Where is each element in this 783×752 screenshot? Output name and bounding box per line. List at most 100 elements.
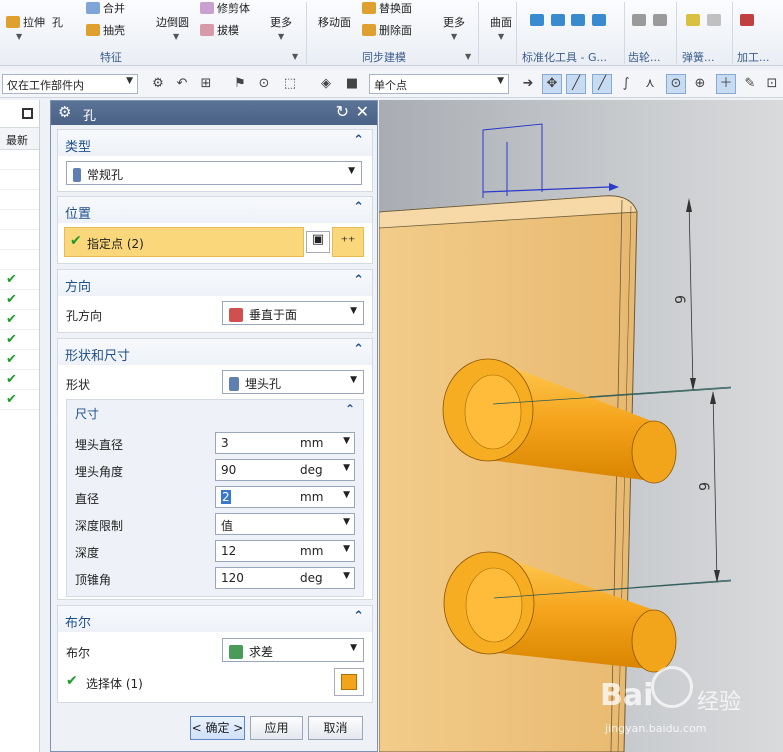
selection-filter-icon[interactable]: ⚙ [148, 74, 168, 94]
boolean-dropdown[interactable]: 求差 ▼ [222, 638, 364, 662]
navigator-row[interactable] [0, 250, 39, 270]
tip-angle-input[interactable]: 120 deg ▼ [215, 567, 355, 589]
navigator-row[interactable]: ✔ [0, 370, 39, 390]
delete-face-button[interactable]: 删除面 [362, 22, 412, 38]
std-tool-icons[interactable] [530, 14, 609, 27]
rectangle-select-icon[interactable]: ⬚ [280, 74, 300, 94]
snap-pencil-icon[interactable]: ✎ [740, 74, 760, 94]
maximize-icon[interactable] [22, 108, 33, 119]
close-icon[interactable]: ✕ [356, 102, 369, 121]
solid-view-icon[interactable]: ■ [342, 74, 362, 94]
chevron-down-icon: ▼ [350, 306, 357, 316]
snap-mode-icon[interactable]: ⊞ [196, 74, 216, 94]
hole-button[interactable]: 孔 [52, 14, 63, 30]
feature-group-expand-icon[interactable]: ▼ [292, 52, 298, 61]
arrow-icon[interactable]: ➜ [518, 74, 538, 94]
extrude-button[interactable]: 拉伸 [6, 14, 45, 30]
undo-select-icon[interactable]: ↶ [172, 74, 192, 94]
select-body-button[interactable] [334, 668, 364, 696]
dim-arrow [710, 391, 716, 404]
ok-button[interactable]: < 确定 > [190, 716, 245, 740]
hole-direction-dropdown[interactable]: 垂直于面 ▼ [222, 301, 364, 325]
snap-any-point-icon[interactable]: ✥ [542, 74, 562, 94]
dimensions-header[interactable]: 尺寸 ⌃ [67, 400, 363, 424]
type-section-header[interactable]: 类型 ⌃ [58, 130, 372, 156]
type-filter-combo[interactable]: 仅在工作部件内 ▼ [2, 74, 138, 94]
reset-icon[interactable]: ↻ [336, 102, 349, 121]
more-features-button[interactable]: 更多 [270, 14, 292, 30]
navigator-row[interactable] [0, 210, 39, 230]
check-icon: ✔ [6, 392, 17, 407]
snap-point-combo[interactable]: 单个点 ▼ [369, 74, 509, 94]
edge-blend-dropdown-icon[interactable]: ▼ [173, 32, 179, 41]
navigator-row[interactable] [0, 190, 39, 210]
view-cube-icon[interactable]: ◈ [316, 74, 336, 94]
navigator-row[interactable]: ✔ [0, 310, 39, 330]
specify-point-row[interactable]: ✔ 指定点 (2) [64, 227, 304, 257]
latest-column-header[interactable]: 最新 [0, 128, 39, 150]
diameter-input[interactable]: 2 mm ▼ [215, 486, 355, 508]
position-section-header[interactable]: 位置 ⌃ [58, 197, 372, 223]
more-features-dropdown-icon[interactable]: ▼ [278, 32, 284, 41]
replace-face-button[interactable]: 替换面 [362, 0, 412, 16]
chevron-down-icon: ▼ [350, 643, 357, 653]
surface-button[interactable]: 曲面 [490, 14, 512, 30]
dim-label-top[interactable]: 6 [671, 295, 687, 304]
extrude-dropdown-icon[interactable]: ▼ [16, 32, 22, 41]
filter-icon[interactable]: ⚑ [230, 74, 250, 94]
snap-cross-icon[interactable]: ＋ [716, 74, 736, 94]
apply-button[interactable]: 应用 [250, 716, 303, 740]
surface-dropdown-icon[interactable]: ▼ [498, 32, 504, 41]
direction-section-header[interactable]: 方向 ⌃ [58, 270, 372, 296]
depth-limit-dropdown[interactable]: 值 ▼ [215, 513, 355, 535]
more-sync-dropdown-icon[interactable]: ▼ [451, 32, 457, 41]
boolean-section-header[interactable]: 布尔 ⌃ [58, 606, 372, 632]
snap-quadrant-icon[interactable]: ⊕ [690, 74, 710, 94]
navigator-row[interactable]: ✔ [0, 330, 39, 350]
select-body-label[interactable]: 选择体 (1) [86, 675, 143, 692]
cancel-button[interactable]: 取消 [308, 716, 363, 740]
shape-section-header[interactable]: 形状和尺寸 ⌃ [58, 339, 372, 365]
dim-label-bottom[interactable]: 6 [695, 482, 711, 491]
snap-point-on-face-icon[interactable]: ⊡ [762, 74, 782, 94]
snap-intersection-icon[interactable]: ⋏ [640, 74, 660, 94]
countersink-angle-label: 埋头角度 [75, 465, 124, 479]
snap-center-icon[interactable]: ⊙ [666, 74, 686, 94]
snap-endpoint-icon[interactable]: ╱ [592, 74, 612, 94]
navigator-row[interactable]: ✔ [0, 390, 39, 410]
shape-dropdown[interactable]: 埋头孔 ▼ [222, 370, 364, 394]
sketch-section-icon[interactable]: ▣ [306, 231, 330, 253]
csys-arrow [609, 183, 619, 191]
gear-tool-icons[interactable] [632, 14, 670, 27]
depth-input[interactable]: 12 mm ▼ [215, 540, 355, 562]
navigator-row[interactable] [0, 150, 39, 170]
machining-tool-icons[interactable] [740, 14, 757, 27]
draft-button[interactable]: 拔模 [200, 22, 239, 38]
unite-button[interactable]: 合并 [86, 0, 125, 16]
snap-curve-icon[interactable]: ∫ [616, 74, 636, 94]
graphics-viewport[interactable]: 6 6 Bai 经验 jingyan.baidu.com [379, 100, 783, 752]
feature-group-label: 特征 [100, 51, 122, 64]
hole-type-icon [73, 168, 81, 182]
sync-group-expand-icon[interactable]: ▼ [465, 52, 471, 61]
navigator-row[interactable]: ✔ [0, 350, 39, 370]
spring-tool-icons[interactable] [686, 14, 724, 27]
navigator-row[interactable] [0, 170, 39, 190]
gear-icon: ⚙ [58, 103, 72, 121]
select-box-icon[interactable]: ⊙ [254, 74, 274, 94]
trim-body-button[interactable]: 修剪体 [200, 0, 250, 16]
edge-blend-button[interactable]: 边倒圆 [156, 14, 189, 30]
countersink-diameter-input[interactable]: 3 mm ▼ [215, 432, 355, 454]
hole-type-dropdown[interactable]: 常规孔 ▼ [66, 161, 362, 185]
countersink-angle-input[interactable]: 90 deg ▼ [215, 459, 355, 481]
lower-countersink-inner [465, 567, 523, 643]
shell-button[interactable]: 抽壳 [86, 22, 125, 38]
navigator-row[interactable] [0, 230, 39, 250]
point-dialog-icon[interactable]: ⁺⁺ [332, 227, 364, 257]
hole-direction-label: 孔方向 [66, 309, 103, 323]
navigator-row[interactable]: ✔ [0, 270, 39, 290]
move-face-button[interactable]: 移动面 [318, 14, 351, 30]
navigator-row[interactable]: ✔ [0, 290, 39, 310]
snap-line-icon[interactable]: ╱ [566, 74, 586, 94]
more-sync-button[interactable]: 更多 [443, 14, 465, 30]
